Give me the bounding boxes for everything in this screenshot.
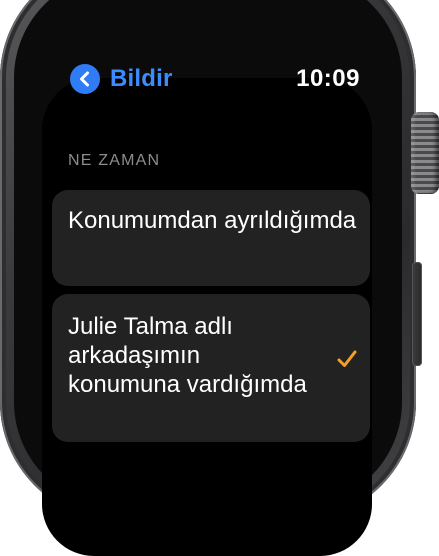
option-label: Konumumdan ayrıldığımda bbox=[68, 207, 357, 234]
option-arriving-friend-location[interactable]: Julie Talma adlı arkadaşımın konumuna va… bbox=[52, 294, 370, 442]
option-label: Julie Talma adlı arkadaşımın konumuna va… bbox=[68, 313, 307, 398]
checkmark-icon bbox=[336, 348, 358, 370]
status-bar: Bildir 10:09 bbox=[70, 62, 360, 96]
side-button[interactable] bbox=[412, 262, 422, 366]
digital-crown[interactable] bbox=[411, 112, 439, 194]
back-chevron-icon bbox=[70, 64, 100, 94]
section-header: NE ZAMAN bbox=[68, 152, 161, 169]
option-leaving-location[interactable]: Konumumdan ayrıldığımda bbox=[52, 190, 370, 286]
back-button[interactable]: Bildir bbox=[70, 62, 173, 96]
back-label: Bildir bbox=[110, 65, 173, 92]
clock: 10:09 bbox=[296, 65, 360, 92]
